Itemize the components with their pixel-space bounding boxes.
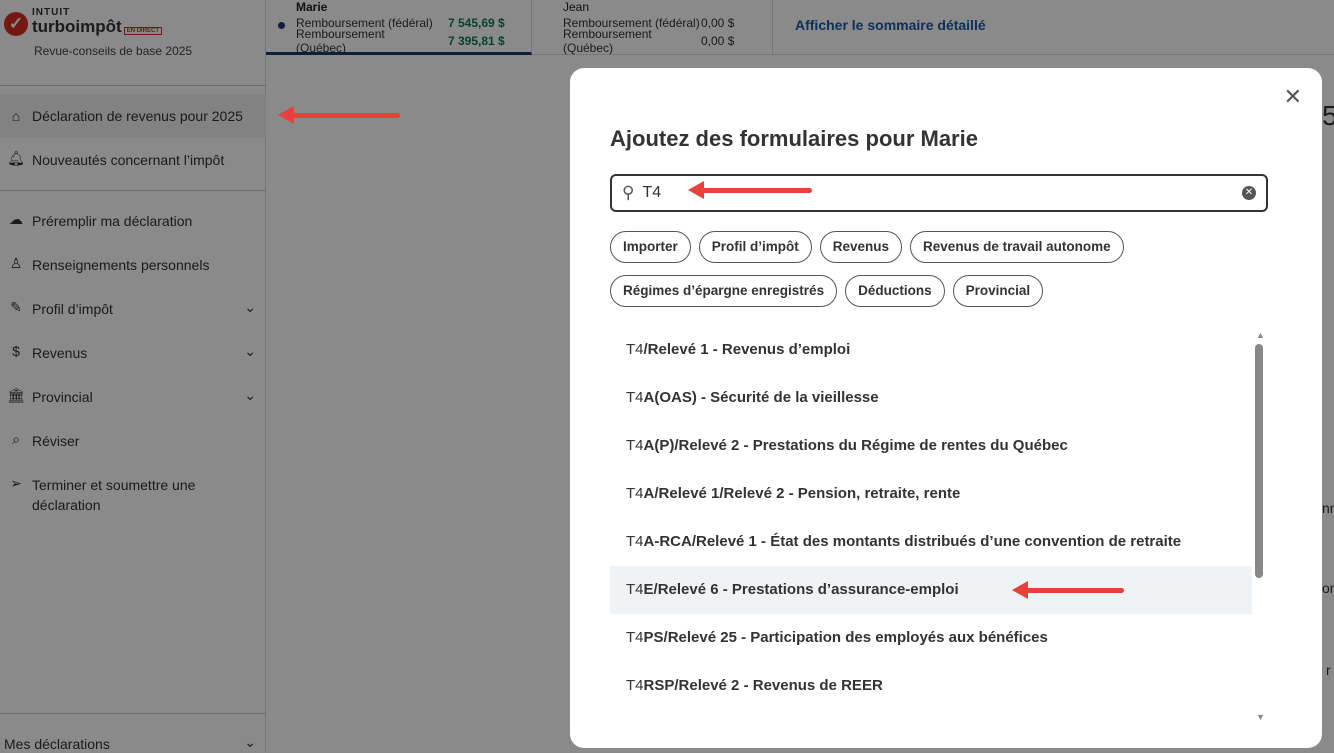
chip-importer[interactable]: Importer (610, 231, 691, 263)
results-list: T4/Relevé 1 - Revenus d’emploi T4A(OAS) … (610, 326, 1252, 710)
list-item[interactable]: T4RSP/Relevé 2 - Revenus de REER (610, 662, 1252, 710)
result-text: A(P)/Relevé 2 - Prestations du Régime de… (643, 437, 1068, 454)
result-text: /Relevé 1 - Revenus d’emploi (643, 341, 851, 358)
chip-revenus[interactable]: Revenus (819, 231, 903, 263)
result-text: A(OAS) - Sécurité de la vieillesse (643, 389, 879, 406)
result-text: RSP/Relevé 2 - Revenus de REER (643, 677, 883, 694)
chip-regimes-epargne[interactable]: Régimes d’épargne enregistrés (610, 275, 838, 307)
annotation-arrow (688, 181, 812, 199)
result-text: T4 (626, 581, 644, 598)
close-icon[interactable]: ✕ (1284, 84, 1302, 110)
list-item[interactable]: T4PS/Relevé 25 - Participation des emplo… (610, 614, 1252, 662)
scroll-up-icon[interactable]: ▲ (1256, 330, 1265, 340)
chip-travail-autonome[interactable]: Revenus de travail autonome (910, 231, 1124, 263)
result-text: E/Relevé 6 - Prestations d’assurance-emp… (643, 581, 959, 598)
chip-profil[interactable]: Profil d’impôt (698, 231, 812, 263)
add-forms-dialog: ✕ Ajoutez des formulaires pour Marie ⚲ ✕… (570, 68, 1322, 748)
list-item-highlighted[interactable]: T4E/Relevé 6 - Prestations d’assurance-e… (610, 566, 1252, 614)
category-filters: Importer Profil d’impôt Revenus Revenus … (610, 231, 1270, 307)
result-text: T4 (626, 629, 644, 646)
result-text: T4 (626, 485, 644, 502)
result-text: A/Relevé 1/Relevé 2 - Pension, retraite,… (643, 485, 961, 502)
chip-provincial[interactable]: Provincial (952, 275, 1044, 307)
annotation-arrow (1012, 581, 1124, 599)
list-item[interactable]: T4A-RCA/Relevé 1 - État des montants dis… (610, 518, 1252, 566)
result-text: T4 (626, 533, 644, 550)
list-item[interactable]: T4A/Relevé 1/Relevé 2 - Pension, retrait… (610, 470, 1252, 518)
list-item[interactable]: T4/Relevé 1 - Revenus d’emploi (610, 326, 1252, 374)
dialog-title: Ajoutez des formulaires pour Marie (610, 126, 978, 151)
list-item[interactable]: T4A(P)/Relevé 2 - Prestations du Régime … (610, 422, 1252, 470)
result-text: A-RCA/Relevé 1 - État des montants distr… (643, 533, 1182, 550)
search-input[interactable] (642, 184, 1203, 202)
results-scrollbar[interactable] (1255, 344, 1263, 578)
result-text: T4 (626, 389, 644, 406)
result-text: T4 (626, 677, 644, 694)
clear-icon[interactable]: ✕ (1242, 186, 1256, 200)
search-icon: ⚲ (622, 183, 635, 202)
result-text: T4 (626, 341, 644, 358)
scroll-down-icon[interactable]: ▼ (1256, 712, 1265, 722)
result-text: T4 (626, 437, 644, 454)
result-text: PS/Relevé 25 - Participation des employé… (643, 629, 1048, 646)
chip-deductions[interactable]: Déductions (845, 275, 945, 307)
annotation-arrow (278, 106, 400, 124)
list-item[interactable]: T4A(OAS) - Sécurité de la vieillesse (610, 374, 1252, 422)
search-field[interactable]: ⚲ ✕ (610, 174, 1268, 212)
